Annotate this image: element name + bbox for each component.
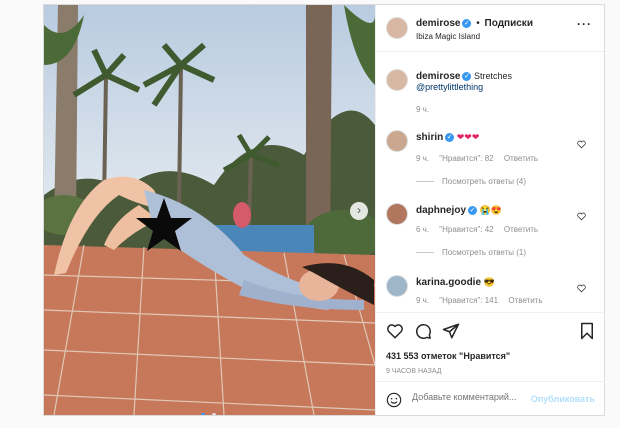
- location-link[interactable]: Ibiza Magic Island: [416, 32, 480, 41]
- view-replies-button[interactable]: Посмотреть ответы (4): [416, 177, 526, 186]
- caption-avatar[interactable]: [386, 69, 408, 91]
- publish-button[interactable]: Опубликовать: [531, 394, 595, 404]
- verified-icon: ✓: [462, 18, 472, 28]
- comment-avatar[interactable]: [386, 130, 408, 152]
- comment: karina.goodie 😎: [416, 277, 495, 288]
- comment: daphnejoy ✓ 😭😍: [416, 205, 502, 216]
- comment-username[interactable]: karina.goodie: [416, 277, 481, 288]
- reply-button[interactable]: Ответить: [504, 225, 538, 234]
- add-comment-bar: Опубликовать: [376, 381, 605, 415]
- post-header: demirose ✓ • Подписки Ibiza Magic Island …: [376, 5, 604, 52]
- comment-text: 😎: [483, 277, 495, 287]
- caption-text: Stretches: [473, 71, 513, 81]
- comment-icon[interactable]: [414, 322, 432, 345]
- post-photo[interactable]: ›: [44, 5, 375, 415]
- caption-mention[interactable]: @prettylittlething: [416, 82, 483, 92]
- carousel-dots: [201, 404, 217, 415]
- reply-button[interactable]: Ответить: [508, 296, 542, 305]
- photo-scene: [44, 5, 375, 415]
- comment-time: 6 ч.: [416, 225, 430, 234]
- post-time: 9 часов назад: [386, 368, 442, 375]
- verified-icon: ✓: [445, 133, 455, 143]
- comment-text: 😭😍: [479, 205, 502, 215]
- instagram-post: › demirose ✓ • Подписки Ibiza Magic Islan…: [43, 4, 605, 416]
- comment-likes[interactable]: "Нравится": 42: [439, 225, 493, 234]
- emoji-icon[interactable]: [386, 392, 402, 413]
- comment-likes[interactable]: "Нравится": 82: [439, 154, 493, 163]
- caption-time: 9 ч.: [416, 105, 430, 114]
- comment-text: ❤❤❤: [456, 132, 480, 142]
- next-slide-button[interactable]: ›: [350, 202, 368, 220]
- chevron-right-icon: ›: [357, 203, 361, 217]
- comment-time: 9 ч.: [416, 154, 430, 163]
- comment: shirin ✓ ❤❤❤: [416, 132, 479, 143]
- follow-button[interactable]: Подписки: [485, 18, 533, 29]
- share-icon[interactable]: [442, 322, 460, 345]
- post-side-panel: demirose ✓ • Подписки Ibiza Magic Island …: [375, 5, 605, 415]
- verified-icon: ✓: [462, 72, 472, 82]
- comment-like-icon[interactable]: [577, 136, 586, 149]
- header-username[interactable]: demirose: [416, 18, 460, 29]
- post-actions: 431 553 отметок "Нравится" 9 часов назад: [376, 312, 605, 392]
- comment-avatar[interactable]: [386, 275, 408, 297]
- separator: •: [476, 18, 480, 29]
- carousel-dot-active: [201, 413, 205, 415]
- likes-count[interactable]: 431 553 отметок "Нравится": [386, 351, 510, 361]
- verified-icon: ✓: [468, 206, 478, 216]
- caption-username[interactable]: demirose: [416, 71, 460, 82]
- comment-like-icon[interactable]: [577, 208, 586, 221]
- comment-like-icon[interactable]: [577, 280, 586, 293]
- comment-avatar[interactable]: [386, 203, 408, 225]
- comment-username[interactable]: daphnejoy: [416, 205, 466, 216]
- view-replies-button[interactable]: Посмотреть ответы (1): [416, 248, 526, 257]
- reply-button[interactable]: Ответить: [504, 154, 538, 163]
- avatar[interactable]: [386, 17, 408, 39]
- comment-input[interactable]: [412, 392, 522, 402]
- bookmark-icon[interactable]: [579, 322, 595, 345]
- like-icon[interactable]: [386, 322, 404, 345]
- comment-username[interactable]: shirin: [416, 132, 443, 143]
- comment-time: 9 ч.: [416, 296, 430, 305]
- more-options-icon[interactable]: ···: [577, 17, 592, 31]
- comment-likes[interactable]: "Нравится": 141: [439, 296, 498, 305]
- carousel-dot: [212, 413, 217, 415]
